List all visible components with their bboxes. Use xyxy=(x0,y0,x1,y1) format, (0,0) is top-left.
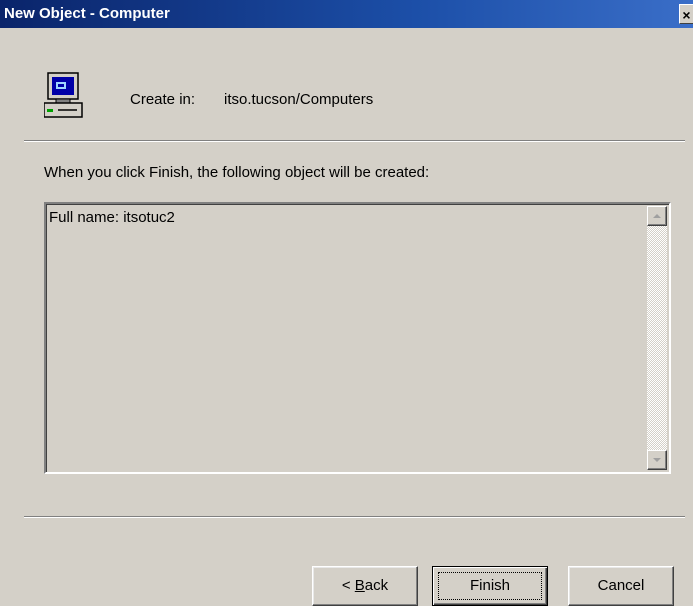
computer-icon xyxy=(44,72,83,118)
arrow-down-icon xyxy=(653,458,661,462)
footer-divider xyxy=(24,516,685,518)
window-title: New Object - Computer xyxy=(4,5,170,22)
scroll-down-button[interactable] xyxy=(647,450,667,470)
title-bar: New Object - Computer × xyxy=(0,0,693,28)
summary-text: Full name: itsotuc2 xyxy=(49,209,175,226)
back-mnemonic: B xyxy=(354,577,365,594)
back-label-rest: ack xyxy=(364,577,389,594)
arrow-up-icon xyxy=(653,214,661,218)
scroll-up-button[interactable] xyxy=(647,206,667,226)
back-button[interactable]: < Back xyxy=(312,566,418,606)
create-in-path: itso.tucson/Computers xyxy=(224,91,374,108)
cancel-button[interactable]: Cancel xyxy=(568,566,674,606)
finish-focus-rect: Finish xyxy=(438,572,542,600)
create-in-label: Create in: xyxy=(130,91,196,108)
finish-button[interactable]: Finish xyxy=(432,566,548,606)
finish-label: Finish xyxy=(469,577,510,594)
vertical-scrollbar[interactable] xyxy=(647,206,667,470)
back-prefix: < xyxy=(341,577,355,594)
close-button[interactable]: × xyxy=(679,4,693,24)
info-text: When you click Finish, the following obj… xyxy=(44,164,430,181)
close-icon: × xyxy=(682,7,691,23)
cancel-label: Cancel xyxy=(597,577,645,594)
summary-textbox[interactable]: Full name: itsotuc2 xyxy=(44,202,671,474)
header-divider xyxy=(24,140,685,142)
